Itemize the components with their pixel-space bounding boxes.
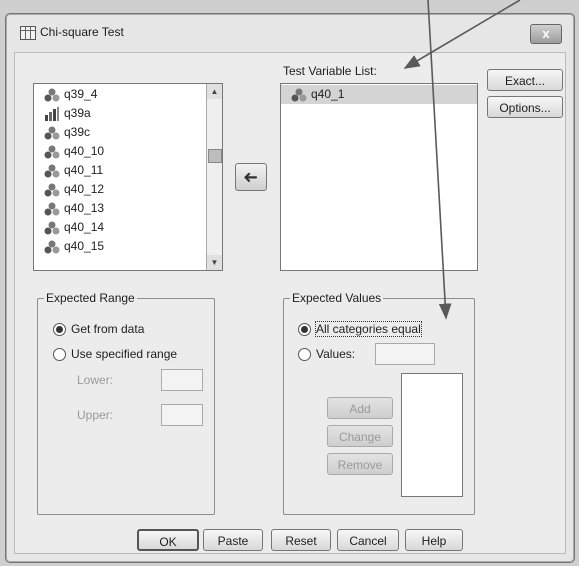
reset-button[interactable]: Reset	[271, 529, 331, 551]
list-item[interactable]: q40_10	[34, 142, 222, 161]
scale-variable-icon	[44, 107, 60, 121]
cancel-button[interactable]: Cancel	[337, 529, 399, 551]
variable-name: q40_14	[64, 220, 105, 234]
nominal-variable-icon	[44, 183, 60, 197]
variable-name: q40_12	[64, 182, 105, 196]
test-variable-list[interactable]: q40_1	[280, 83, 478, 271]
list-item[interactable]: q39_4	[34, 85, 222, 104]
radio-dot-icon	[53, 323, 66, 336]
expected-range-legend: Expected Range	[46, 291, 135, 305]
get-from-data-radio[interactable]: Get from data	[53, 321, 144, 337]
scroll-thumb[interactable]	[208, 149, 222, 163]
dialog-client-area: q39_4 q39a q39c q40_10 q40_11 q40_12 q40_13 q40…	[14, 52, 566, 554]
ok-button[interactable]: OK	[137, 529, 199, 551]
list-item[interactable]: q40_15	[34, 237, 222, 256]
variable-name: q40_15	[64, 239, 105, 253]
change-button[interactable]: Change	[327, 425, 393, 447]
move-variable-button[interactable]: ➜	[235, 163, 267, 191]
list-item[interactable]: q40_13	[34, 199, 222, 218]
nominal-variable-icon	[44, 88, 60, 102]
title-bar[interactable]: Chi-square Test x	[6, 14, 574, 52]
nominal-variable-icon	[44, 164, 60, 178]
list-item[interactable]: q40_11	[34, 161, 222, 180]
radio-dot-icon	[298, 323, 311, 336]
radio-dot-icon	[298, 348, 311, 361]
values-input[interactable]	[375, 343, 435, 365]
nominal-variable-icon	[291, 88, 307, 102]
list-item[interactable]: q39c	[34, 123, 222, 142]
variable-name: q40_11	[64, 163, 104, 177]
nominal-variable-icon	[44, 145, 60, 159]
list-item[interactable]: q39a	[34, 104, 222, 123]
use-specified-range-radio[interactable]: Use specified range	[53, 346, 177, 362]
values-list[interactable]	[401, 373, 463, 497]
variable-name: q40_10	[64, 144, 105, 158]
source-items: q39_4 q39a q39c q40_10 q40_11 q40_12 q40_13 q40…	[34, 84, 222, 256]
add-button[interactable]: Add	[327, 397, 393, 419]
list-item[interactable]: q40_1	[281, 85, 477, 104]
nominal-variable-icon	[44, 240, 60, 254]
nominal-variable-icon	[44, 202, 60, 216]
close-icon: x	[542, 26, 550, 41]
test-items: q40_1	[281, 84, 477, 104]
exact-button[interactable]: Exact...	[487, 69, 563, 91]
values-radio[interactable]: Values:	[298, 346, 355, 362]
variable-name: q40_13	[64, 201, 105, 215]
source-variable-list[interactable]: q39_4 q39a q39c q40_10 q40_11 q40_12 q40_13 q40…	[33, 83, 223, 271]
source-list-scrollbar[interactable]: ▲ ▼	[206, 84, 222, 270]
test-variable-list-label: Test Variable List:	[283, 64, 377, 78]
upper-label: Upper:	[77, 408, 114, 422]
close-button[interactable]: x	[530, 24, 562, 44]
paste-button[interactable]: Paste	[203, 529, 263, 551]
expected-values-legend: Expected Values	[292, 291, 382, 305]
variable-name: q39_4	[64, 87, 98, 101]
variable-name: q39a	[64, 106, 91, 120]
nominal-variable-icon	[44, 221, 60, 235]
variable-name: q39c	[64, 125, 91, 139]
dialog-title: Chi-square Test	[40, 25, 124, 39]
nominal-variable-icon	[44, 126, 60, 140]
chi-square-dialog: Chi-square Test x q39_4 q39a q39c q40_10 q40…	[5, 13, 575, 563]
all-categories-equal-radio[interactable]: All categories equal	[298, 321, 422, 337]
upper-input[interactable]	[161, 404, 203, 426]
list-item[interactable]: q40_14	[34, 218, 222, 237]
app-table-icon	[20, 26, 36, 40]
remove-button[interactable]: Remove	[327, 453, 393, 475]
variable-name: q40_1	[311, 87, 345, 101]
arrow-left-icon: ➜	[243, 167, 259, 187]
radio-dot-icon	[53, 348, 66, 361]
scroll-up-arrow-icon[interactable]: ▲	[207, 84, 222, 99]
options-button[interactable]: Options...	[487, 96, 563, 118]
list-item[interactable]: q40_12	[34, 180, 222, 199]
lower-input[interactable]	[161, 369, 203, 391]
help-button[interactable]: Help	[405, 529, 463, 551]
lower-label: Lower:	[77, 373, 114, 387]
scroll-down-arrow-icon[interactable]: ▼	[207, 255, 222, 270]
